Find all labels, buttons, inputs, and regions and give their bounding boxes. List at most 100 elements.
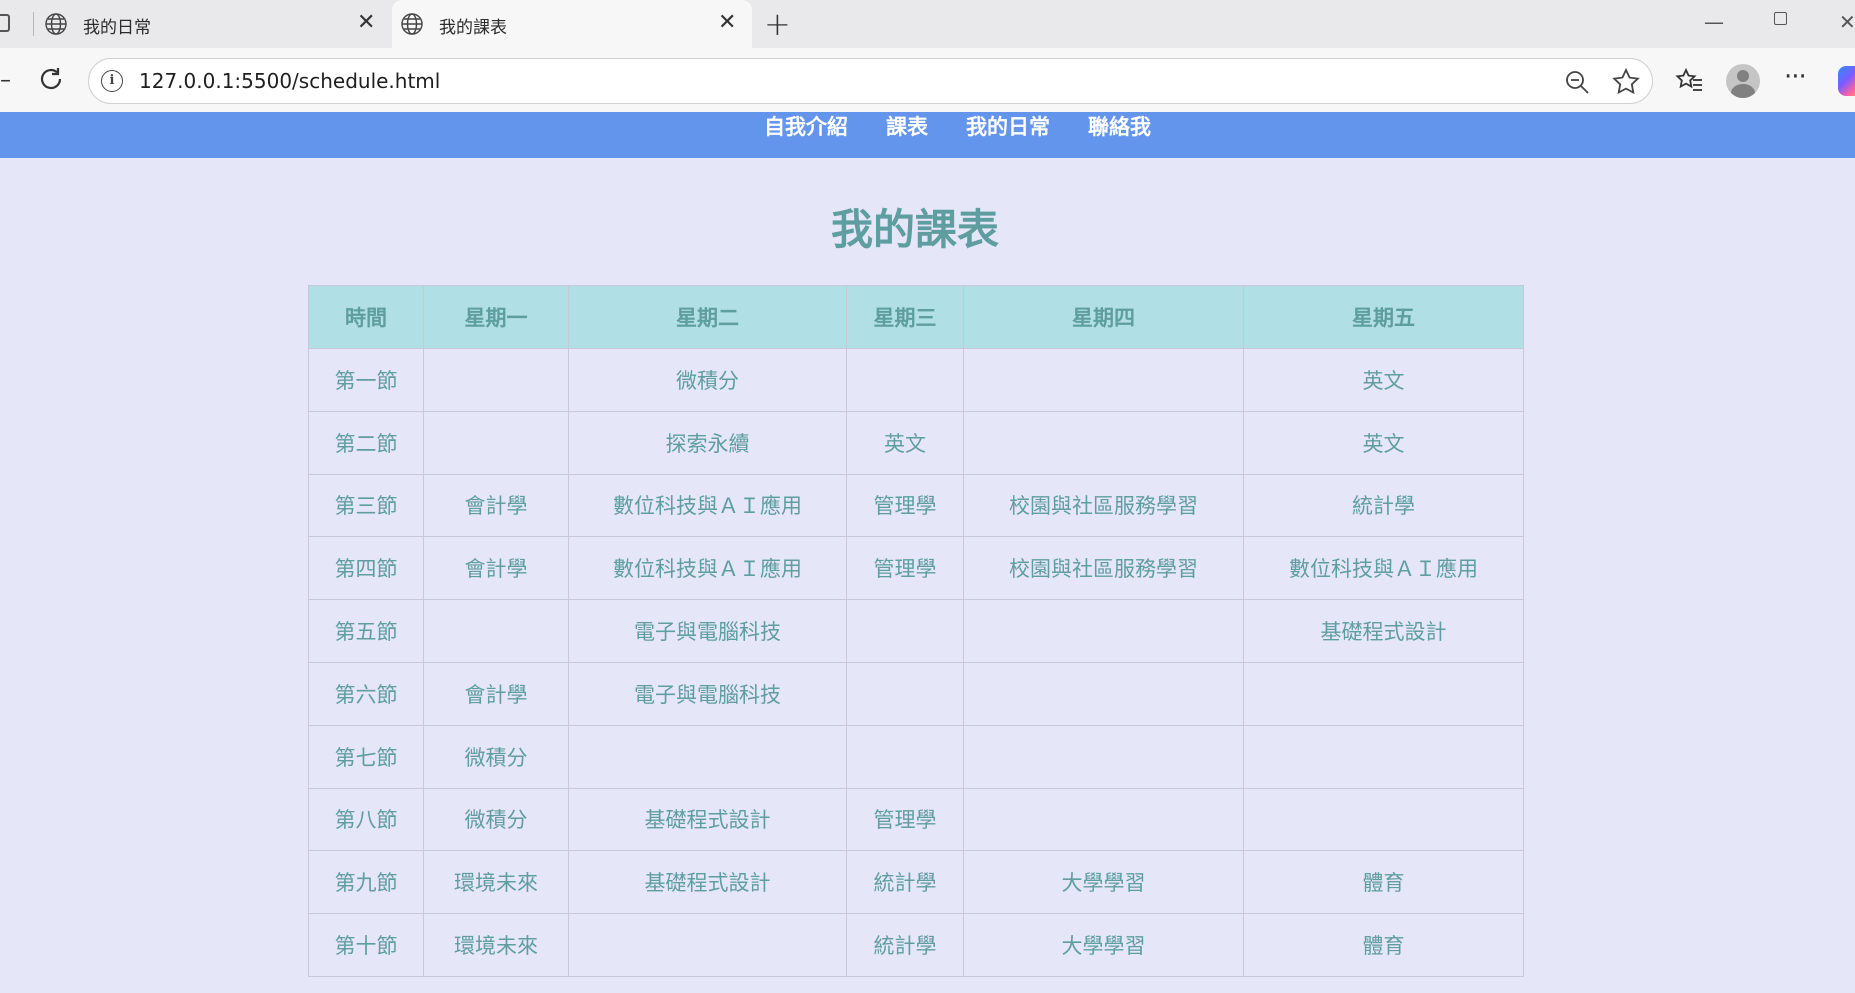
period-cell: 第五節 — [308, 599, 424, 663]
globe-icon — [401, 13, 423, 35]
course-cell: 基礎程式設計 — [568, 787, 847, 852]
course-cell: 數位科技與ＡＩ應用 — [1243, 536, 1524, 601]
url-text[interactable]: 127.0.0.1:5500/schedule.html — [139, 69, 440, 93]
period-cell: 第八節 — [308, 787, 424, 852]
course-cell: 校園與社區服務學習 — [963, 473, 1244, 538]
reload-icon[interactable] — [36, 64, 66, 94]
period-cell: 第六節 — [308, 661, 424, 726]
course-cell — [1243, 661, 1524, 726]
tab-actions-icon[interactable] — [0, 14, 10, 32]
course-cell: 統計學 — [1243, 473, 1524, 538]
site-info-icon[interactable]: i — [101, 70, 123, 92]
course-cell — [963, 661, 1244, 726]
course-cell: 微積分 — [423, 787, 569, 852]
table-header-row: 時間 星期一 星期二 星期三 星期四 星期五 — [308, 285, 1524, 349]
browser-tab-active[interactable]: 我的課表 ✕ — [392, 0, 752, 48]
course-cell: 數位科技與ＡＩ應用 — [568, 536, 847, 601]
table-row: 第五節 電子與電腦科技 基礎程式設計 — [308, 599, 1524, 663]
browser-tab[interactable]: 我的日常 ✕ — [36, 0, 391, 48]
column-header: 星期四 — [963, 285, 1244, 349]
course-cell: 體育 — [1243, 850, 1524, 915]
minimize-icon[interactable]: — — [1704, 10, 1724, 34]
close-tab-icon[interactable]: ✕ — [718, 11, 736, 35]
table-row: 第二節 探索永續 英文 英文 — [308, 410, 1524, 475]
restore-icon[interactable] — [1774, 12, 1787, 25]
favorites-icon[interactable] — [1674, 66, 1704, 96]
course-cell — [846, 599, 964, 663]
star-icon[interactable] — [1611, 67, 1641, 97]
nav-link-about[interactable]: 自我介紹 — [764, 115, 848, 139]
schedule-table: 時間 星期一 星期二 星期三 星期四 星期五 第一節 微積分 英文 第二節 探索永續 英文… — [308, 285, 1524, 977]
course-cell: 大學學習 — [963, 850, 1244, 915]
address-bar[interactable]: i 127.0.0.1:5500/schedule.html — [88, 58, 1653, 104]
period-cell: 第九節 — [308, 850, 424, 915]
nav-link-schedule[interactable]: 課表 — [886, 115, 928, 139]
course-cell: 電子與電腦科技 — [568, 599, 847, 663]
page-title: 我的課表 — [830, 205, 999, 254]
period-cell: 第七節 — [308, 724, 424, 789]
profile-avatar-icon[interactable] — [1726, 64, 1760, 98]
course-cell — [846, 348, 964, 412]
course-cell — [423, 348, 569, 412]
period-cell: 第十節 — [308, 913, 424, 977]
column-header: 星期三 — [846, 285, 964, 349]
course-cell — [963, 410, 1244, 475]
column-header: 星期二 — [568, 285, 847, 349]
course-cell: 會計學 — [423, 661, 569, 726]
zoom-out-icon[interactable] — [1563, 68, 1591, 96]
course-cell: 會計學 — [423, 473, 569, 538]
close-tab-icon[interactable]: ✕ — [357, 11, 375, 35]
course-cell: 探索永續 — [568, 410, 847, 475]
copilot-icon[interactable] — [1838, 66, 1855, 96]
course-cell — [846, 724, 964, 789]
period-cell: 第三節 — [308, 473, 424, 538]
course-cell — [963, 348, 1244, 412]
table-row: 第一節 微積分 英文 — [308, 348, 1524, 412]
course-cell — [423, 410, 569, 475]
course-cell: 數位科技與ＡＩ應用 — [568, 473, 847, 538]
nav-link-daily[interactable]: 我的日常 — [966, 115, 1050, 139]
new-tab-button[interactable]: + — [764, 6, 791, 42]
table-row: 第七節 微積分 — [308, 724, 1524, 789]
column-header: 星期一 — [423, 285, 569, 349]
period-cell: 第一節 — [308, 348, 424, 412]
course-cell — [1243, 787, 1524, 852]
table-row: 第八節 微積分 基礎程式設計 管理學 — [308, 787, 1524, 852]
globe-icon — [45, 13, 67, 35]
course-cell — [1243, 724, 1524, 789]
course-cell: 管理學 — [846, 473, 964, 538]
course-cell: 英文 — [846, 410, 964, 475]
course-cell — [963, 599, 1244, 663]
window-close-icon[interactable]: ✕ — [1839, 10, 1855, 34]
browser-toolbar: – i 127.0.0.1:5500/schedule.html ··· — [0, 48, 1855, 112]
course-cell: 大學學習 — [963, 913, 1244, 977]
back-icon[interactable]: – — [0, 68, 11, 93]
course-cell: 英文 — [1243, 410, 1524, 475]
column-header: 星期五 — [1243, 285, 1524, 349]
course-cell — [423, 599, 569, 663]
course-cell — [568, 724, 847, 789]
tab-separator — [33, 12, 34, 36]
course-cell — [963, 787, 1244, 852]
course-cell — [568, 913, 847, 977]
course-cell: 微積分 — [423, 724, 569, 789]
period-cell: 第二節 — [308, 410, 424, 475]
more-options-icon[interactable]: ··· — [1784, 62, 1807, 92]
nav-link-contact[interactable]: 聯絡我 — [1088, 115, 1151, 139]
course-cell: 英文 — [1243, 348, 1524, 412]
course-cell: 統計學 — [846, 913, 964, 977]
course-cell: 校園與社區服務學習 — [963, 536, 1244, 601]
table-row: 第十節 環境未來 統計學 大學學習 體育 — [308, 913, 1524, 977]
column-header: 時間 — [308, 285, 424, 349]
course-cell — [846, 661, 964, 726]
course-cell: 環境未來 — [423, 913, 569, 977]
table-row: 第六節 會計學 電子與電腦科技 — [308, 661, 1524, 726]
table-row: 第四節 會計學 數位科技與ＡＩ應用 管理學 校園與社區服務學習 數位科技與ＡＩ應用 — [308, 536, 1524, 601]
course-cell: 電子與電腦科技 — [568, 661, 847, 726]
course-cell: 體育 — [1243, 913, 1524, 977]
course-cell: 管理學 — [846, 787, 964, 852]
table-row: 第三節 會計學 數位科技與ＡＩ應用 管理學 校園與社區服務學習 統計學 — [308, 473, 1524, 538]
course-cell: 微積分 — [568, 348, 847, 412]
course-cell: 統計學 — [846, 850, 964, 915]
course-cell: 會計學 — [423, 536, 569, 601]
